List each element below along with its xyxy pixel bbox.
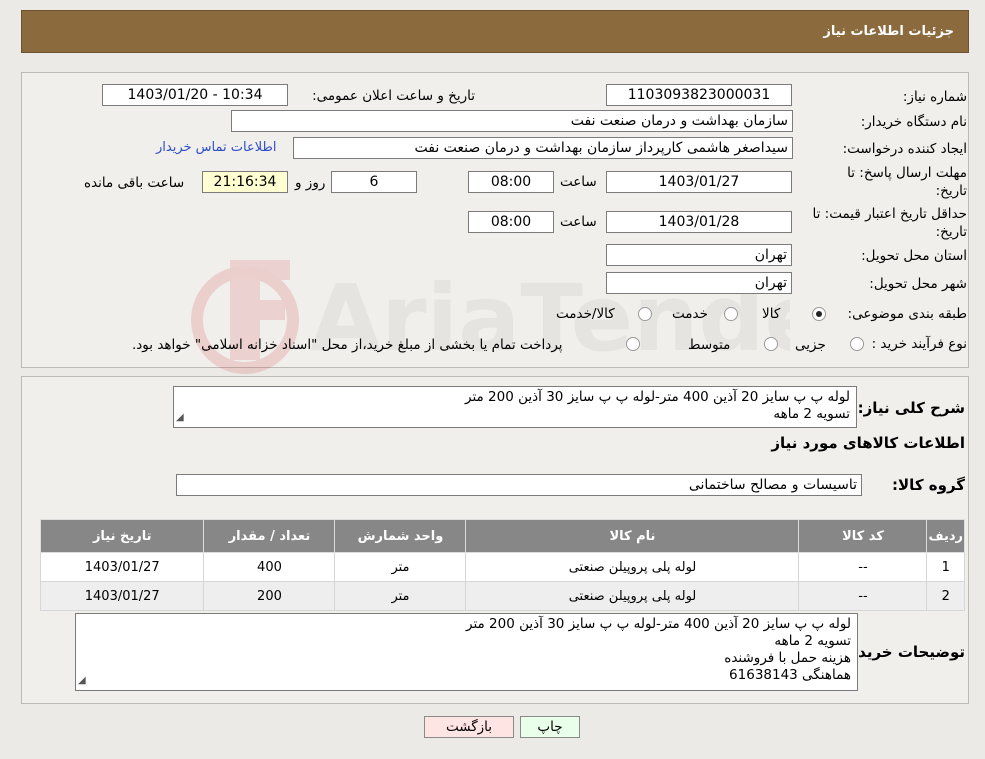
category-radio-service[interactable] (724, 307, 738, 321)
process-option-minor: جزیی (795, 337, 826, 353)
col-qty: تعداد / مقدار (203, 519, 336, 553)
requester-field: سیداصغر هاشمی کارپرداز سازمان بهداشت و د… (293, 137, 793, 159)
days-remaining-field: 6 (331, 171, 417, 193)
category-option-goods-service: کالا/خدمت (556, 306, 615, 322)
col-code: کد کالا (798, 519, 928, 553)
category-option-goods: کالا (762, 306, 781, 322)
province-label: استان محل تحویل: (861, 248, 967, 264)
cell-qty: 200 (203, 581, 336, 611)
cell-name: لوله پلی پروپیلن صنعتی (465, 552, 800, 582)
table-header-row: ردیف کد کالا نام کالا واحد شمارش تعداد /… (39, 519, 965, 553)
process-radio-medium[interactable] (764, 337, 778, 351)
remaining-label: ساعت باقی مانده (84, 175, 185, 191)
col-date: تاریخ نیاز (39, 519, 205, 553)
process-label: نوع فرآیند خرید : (871, 336, 967, 352)
summary-line-1: لوله پ پ سایز 20 آذین 400 متر-لوله پ پ س… (465, 389, 850, 405)
requester-label: ایجاد کننده درخواست: (842, 141, 967, 157)
table-row: 2 -- لوله پلی پروپیلن صنعتی متر 200 1403… (39, 581, 965, 611)
validity-date-field: 1403/01/28 (606, 211, 792, 233)
resize-handle-icon[interactable]: ◢ (176, 409, 184, 426)
page-header: جزئیات اطلاعات نیاز (21, 10, 969, 53)
notes-line-2: تسویه 2 ماهه (774, 633, 851, 649)
deadline-label: مهلت ارسال پاسخ: تا (847, 165, 967, 181)
announce-field: 1403/01/20 - 10:34 (102, 84, 288, 106)
cell-code: -- (798, 581, 928, 611)
goods-info-title: اطلاعات کالاهای مورد نیاز (771, 434, 965, 452)
buyer-org-field: سازمان بهداشت و درمان صنعت نفت (231, 110, 793, 132)
deadline-date-field: 1403/01/27 (606, 171, 792, 193)
print-button[interactable]: چاپ (520, 716, 580, 738)
summary-textarea[interactable]: لوله پ پ سایز 20 آذین 400 متر-لوله پ پ س… (173, 386, 857, 428)
cell-code: -- (798, 552, 928, 582)
page-title: جزئیات اطلاعات نیاز (823, 24, 954, 39)
validity-label-date: تاریخ: (935, 224, 967, 240)
cell-unit: متر (334, 552, 467, 582)
col-name: نام کالا (465, 519, 800, 553)
cell-unit: متر (334, 581, 467, 611)
validity-label: حداقل تاریخ اعتبار قیمت: تا (812, 206, 967, 222)
process-option-medium: متوسط (688, 337, 731, 353)
deadline-time-field: 08:00 (468, 171, 554, 193)
notes-line-1: لوله پ پ سایز 20 آذین 400 متر-لوله پ پ س… (466, 616, 851, 632)
summary-label: شرح کلی نیاز: (857, 399, 965, 417)
buyer-notes-textarea[interactable]: لوله پ پ سایز 20 آذین 400 متر-لوله پ پ س… (75, 613, 858, 691)
validity-time-label: ساعت (560, 214, 597, 230)
cell-date: 1403/01/27 (39, 581, 205, 611)
process-checkbox-treasury[interactable] (626, 337, 640, 351)
validity-time-field: 08:00 (468, 211, 554, 233)
back-button[interactable]: بازگشت (424, 716, 514, 738)
summary-line-2: تسویه 2 ماهه (773, 406, 850, 422)
days-label: روز و (295, 175, 326, 191)
goods-group-label: گروه کالا: (892, 476, 965, 494)
cell-name: لوله پلی پروپیلن صنعتی (465, 581, 800, 611)
cell-row: 2 (926, 581, 965, 611)
buyer-org-label: نام دستگاه خریدار: (860, 114, 967, 130)
category-label: طبقه بندی موضوعی: (847, 306, 967, 322)
process-radio-minor[interactable] (850, 337, 864, 351)
notes-line-4: هماهنگی 61638143 (729, 667, 851, 683)
city-label: شهر محل تحویل: (869, 276, 967, 292)
need-number-field: 1103093823000031 (606, 84, 792, 106)
notes-line-3: هزینه حمل با فروشنده (724, 650, 851, 666)
province-field: تهران (606, 244, 792, 266)
announce-label: تاریخ و ساعت اعلان عمومی: (312, 88, 475, 104)
goods-table: ردیف کد کالا نام کالا واحد شمارش تعداد /… (39, 519, 965, 611)
cell-date: 1403/01/27 (39, 552, 205, 582)
col-row: ردیف (926, 519, 965, 553)
resize-handle-icon[interactable]: ◢ (78, 672, 86, 689)
col-unit: واحد شمارش (334, 519, 467, 553)
category-radio-goods[interactable] (812, 307, 826, 321)
process-note: پرداخت تمام یا بخشی از مبلغ خرید،از محل … (132, 337, 563, 353)
category-radio-goods-service[interactable] (638, 307, 652, 321)
deadline-time-label: ساعت (560, 174, 597, 190)
cell-qty: 400 (203, 552, 336, 582)
category-option-service: خدمت (672, 306, 708, 322)
table-row: 1 -- لوله پلی پروپیلن صنعتی متر 400 1403… (39, 552, 965, 582)
city-field: تهران (606, 272, 792, 294)
remaining-time-field: 21:16:34 (202, 171, 288, 193)
cell-row: 1 (926, 552, 965, 582)
goods-group-field: تاسیسات و مصالح ساختمانی (176, 474, 862, 496)
need-number-label: شماره نیاز: (902, 89, 967, 105)
buyer-contact-link[interactable]: اطلاعات تماس خریدار (156, 140, 276, 155)
deadline-label-date: تاریخ: (935, 183, 967, 199)
